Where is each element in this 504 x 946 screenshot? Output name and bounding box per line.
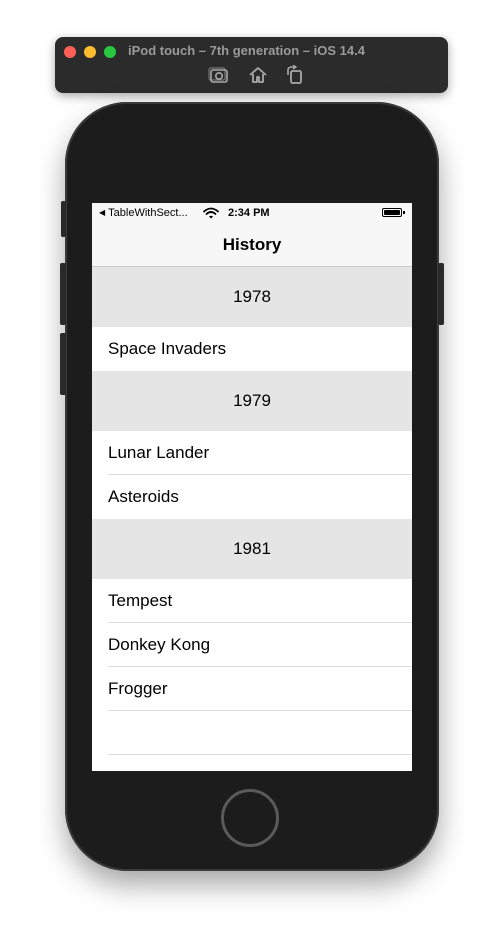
section-header-1981: 1981 bbox=[92, 519, 412, 579]
close-window-button[interactable] bbox=[64, 46, 76, 58]
volume-up-button bbox=[60, 263, 66, 325]
zoom-window-button[interactable] bbox=[104, 46, 116, 58]
screenshot-icon[interactable] bbox=[208, 65, 230, 85]
status-time: 2:34 PM bbox=[228, 207, 270, 219]
simulator-title: iPod touch – 7th generation – iOS 14.4 bbox=[128, 43, 365, 58]
simulator-title-bar: iPod touch – 7th generation – iOS 14.4 bbox=[55, 37, 448, 93]
battery-tip bbox=[403, 211, 405, 214]
battery-icon bbox=[382, 208, 402, 217]
minimize-window-button[interactable] bbox=[84, 46, 96, 58]
back-triangle-icon: ◀ bbox=[99, 208, 106, 217]
table-row[interactable]: Frogger bbox=[92, 667, 412, 711]
home-icon[interactable] bbox=[247, 65, 269, 85]
empty-table-row bbox=[92, 755, 412, 771]
mute-switch bbox=[61, 201, 66, 237]
volume-down-button bbox=[60, 333, 66, 395]
table-row[interactable]: Donkey Kong bbox=[92, 623, 412, 667]
back-to-app-link[interactable]: ◀ TableWithSect... bbox=[99, 207, 188, 219]
wifi-icon bbox=[203, 207, 219, 222]
table-row[interactable]: Tempest bbox=[92, 579, 412, 623]
history-table[interactable]: 1978 Space Invaders 1979 Lunar Lander As… bbox=[92, 267, 412, 771]
section-header-1979: 1979 bbox=[92, 371, 412, 431]
table-row[interactable]: Lunar Lander bbox=[92, 431, 412, 475]
status-bar: ◀ TableWithSect... 2:34 PM bbox=[92, 203, 412, 223]
section-header-1978: 1978 bbox=[92, 267, 412, 327]
navigation-bar: History bbox=[92, 223, 412, 267]
table-row[interactable]: Asteroids bbox=[92, 475, 412, 519]
empty-table-row bbox=[92, 711, 412, 755]
table-row[interactable]: Space Invaders bbox=[92, 327, 412, 371]
back-app-label: TableWithSect... bbox=[108, 207, 188, 219]
page-title: History bbox=[222, 235, 282, 254]
device-screen: ◀ TableWithSect... 2:34 PM History 1978 S… bbox=[92, 203, 412, 771]
rotate-icon[interactable] bbox=[284, 64, 306, 85]
home-button[interactable] bbox=[221, 789, 279, 847]
power-button bbox=[438, 263, 444, 325]
